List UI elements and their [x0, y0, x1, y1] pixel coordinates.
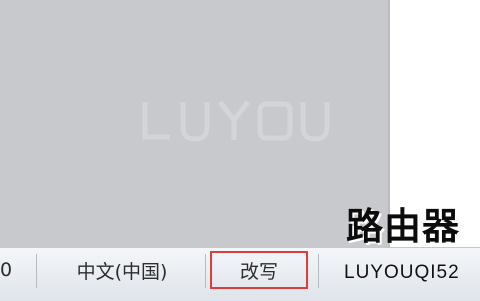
watermark-logo	[142, 100, 330, 142]
logo-text-latin: LUYOUQI52	[344, 262, 460, 283]
document-canvas[interactable]	[0, 0, 390, 247]
status-separator	[36, 254, 37, 288]
status-separator	[318, 254, 319, 288]
status-separator	[205, 254, 206, 288]
language-indicator[interactable]: 中文(中国)	[48, 248, 196, 292]
site-logo: 路由器 路由器 LUYOUQI52	[340, 190, 480, 300]
overtype-mode-button[interactable]: 改写	[210, 251, 308, 289]
logo-text-chinese: 路由器	[346, 205, 460, 248]
page-count[interactable]: 0	[0, 248, 14, 292]
